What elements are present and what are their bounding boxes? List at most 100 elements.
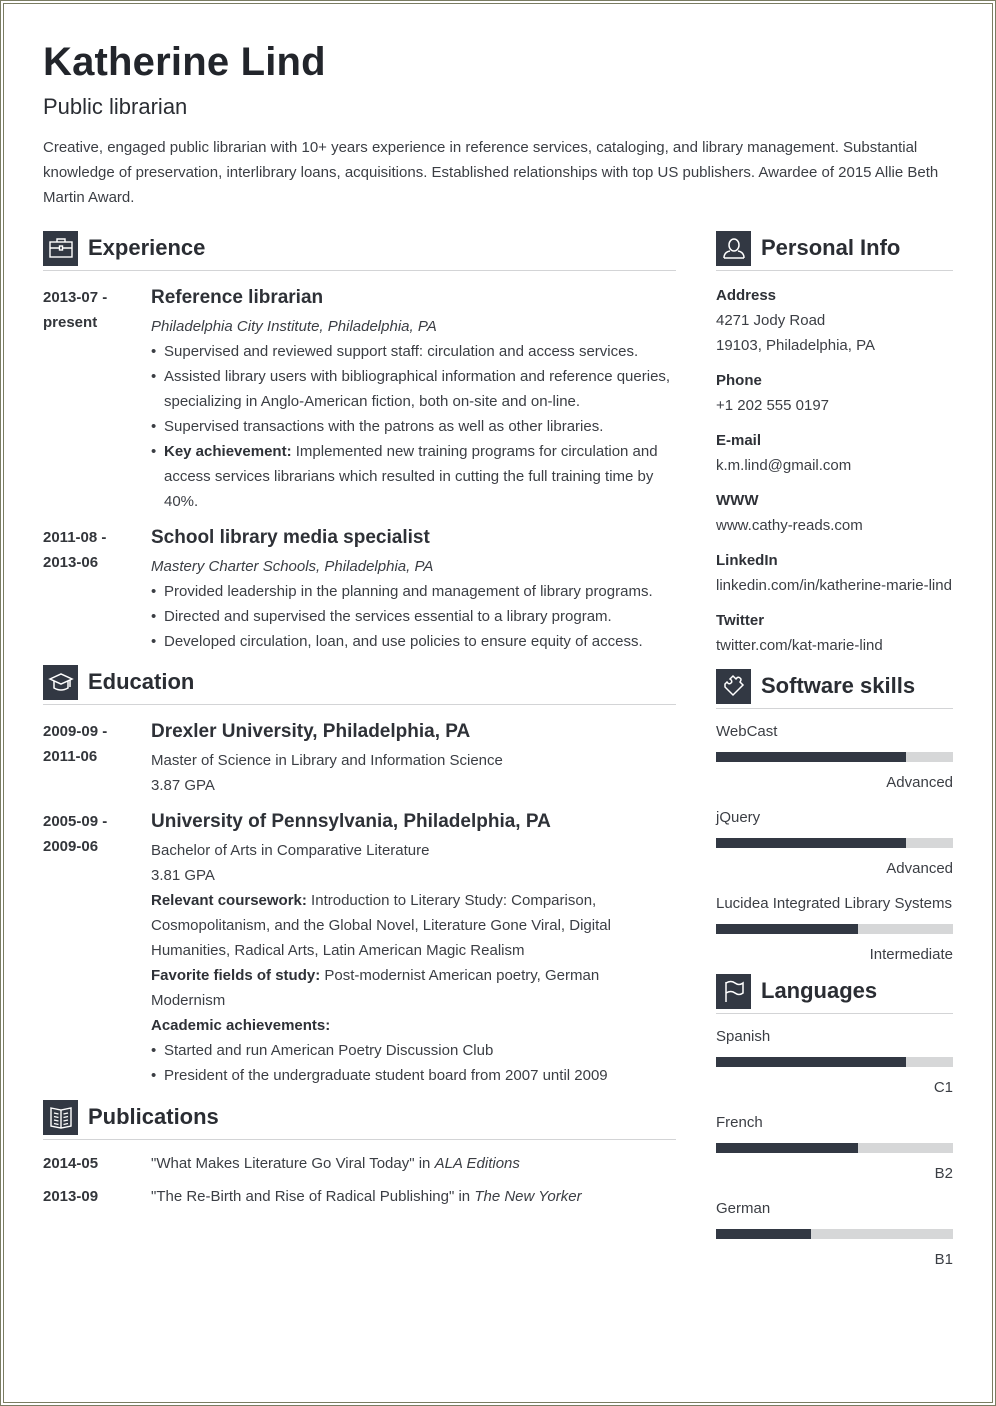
software-skills-header: Software skills xyxy=(716,668,953,709)
bullet-text: Started and run American Poetry Discussi… xyxy=(164,1042,494,1059)
school-name: University of Pennsylvania, Philadelphia… xyxy=(151,811,551,832)
languages-header: Languages xyxy=(716,973,953,1014)
entry-body: Drexler University, Philadelphia, PA Mas… xyxy=(151,719,676,798)
publication-text: "What Makes Literature Go Viral Today" i… xyxy=(151,1152,520,1175)
gpa: 3.81 GPA xyxy=(151,867,215,884)
gpa: 3.87 GPA xyxy=(151,777,215,794)
user-icon xyxy=(716,230,751,266)
right-column: Personal Info Address 4271 Jody Road 191… xyxy=(716,230,953,1272)
entry-date: 2009-09 - 2011-06 xyxy=(43,719,151,798)
experience-entry: 2013-07 - present Reference librarian Ph… xyxy=(43,285,676,514)
date-end: 2009-06 xyxy=(43,838,99,855)
language-bar xyxy=(716,1143,953,1153)
language-bar-fill xyxy=(716,1143,859,1153)
skill-level: Advanced xyxy=(886,774,953,791)
list-item: President of the undergraduate student b… xyxy=(151,1063,676,1088)
linkedin-label: LinkedIn xyxy=(716,552,778,569)
publication-date: 2013-09 xyxy=(43,1188,99,1205)
language-item: German B1 xyxy=(716,1196,953,1272)
bullet-text: Provided leadership in the planning and … xyxy=(164,583,653,600)
education-header: Education xyxy=(43,664,676,705)
duties-list: Supervised and reviewed support staff: c… xyxy=(151,339,676,514)
date-end: 2011-06 xyxy=(43,748,98,765)
skill-item: Lucidea Integrated Library Systems Inter… xyxy=(716,891,953,967)
skill-bar xyxy=(716,838,953,848)
date-start: 2013-07 - xyxy=(43,289,108,306)
linkedin-link[interactable]: linkedin.com/in/katherine-marie-lind xyxy=(716,573,953,598)
entry-date: 2011-08 - 2013-06 xyxy=(43,525,151,654)
publication-venue: The New Yorker xyxy=(474,1188,582,1205)
graduation-cap-icon xyxy=(43,664,78,700)
skill-bar xyxy=(716,752,953,762)
education-entry: 2005-09 - 2009-06 University of Pennsylv… xyxy=(43,809,676,1088)
left-column: Experience 2013-07 - present Reference l… xyxy=(43,230,676,1208)
twitter-link[interactable]: twitter.com/kat-marie-lind xyxy=(716,633,953,658)
language-bar xyxy=(716,1057,953,1067)
list-item: Assisted library users with bibliographi… xyxy=(151,364,676,414)
job-role: School library media specialist xyxy=(151,527,430,548)
publication-date: 2014-05 xyxy=(43,1155,99,1172)
bullet-text: President of the undergraduate student b… xyxy=(164,1067,608,1084)
achievements-label: Academic achievements: xyxy=(151,1017,331,1034)
skill-level: Advanced xyxy=(886,860,953,877)
bullet-text: Supervised and reviewed support staff: c… xyxy=(164,343,639,360)
bullet-label: Key achievement: xyxy=(164,443,292,460)
publication-venue: ALA Editions xyxy=(434,1155,520,1172)
publication-item: 2013-09 "The Re-Birth and Rise of Radica… xyxy=(43,1185,676,1208)
education-title: Education xyxy=(88,669,195,694)
coursework-label: Relevant coursework: xyxy=(151,892,307,909)
address-line1: 4271 Jody Road xyxy=(716,312,826,329)
skill-level: Intermediate xyxy=(869,946,953,963)
bullet-text: Developed circulation, loan, and use pol… xyxy=(164,633,643,650)
list-item: Started and run American Poetry Discussi… xyxy=(151,1038,676,1063)
skill-bar-fill xyxy=(716,752,906,762)
list-item: Key achievement: Implemented new trainin… xyxy=(151,439,676,514)
list-item: Developed circulation, loan, and use pol… xyxy=(151,629,676,654)
achievements-list: Started and run American Poetry Discussi… xyxy=(151,1038,676,1088)
employer: Mastery Charter Schools, Philadelphia, P… xyxy=(151,558,434,575)
date-start: 2009-09 - xyxy=(43,723,108,740)
skill-name: WebCast xyxy=(716,723,778,740)
employer: Philadelphia City Institute, Philadelphi… xyxy=(151,318,437,335)
education-entry: 2009-09 - 2011-06 Drexler University, Ph… xyxy=(43,719,676,798)
bullet-text: Assisted library users with bibliographi… xyxy=(164,368,671,410)
publications-header: Publications xyxy=(43,1099,676,1140)
twitter-label: Twitter xyxy=(716,612,765,629)
email-value[interactable]: k.m.lind@gmail.com xyxy=(716,453,953,478)
flag-icon xyxy=(716,973,751,1009)
entry-body: University of Pennsylvania, Philadelphia… xyxy=(151,809,676,1088)
skill-bar-fill xyxy=(716,838,906,848)
duties-list: Provided leadership in the planning and … xyxy=(151,579,676,654)
software-skills-title: Software skills xyxy=(761,673,916,698)
summary: Creative, engaged public librarian with … xyxy=(43,139,939,206)
language-name: Spanish xyxy=(716,1028,771,1045)
list-item: Provided leadership in the planning and … xyxy=(151,579,676,604)
date-end: 2013-06 xyxy=(43,554,99,571)
date-start: 2005-09 - xyxy=(43,813,108,830)
job-role: Reference librarian xyxy=(151,287,324,308)
personal-info-header: Personal Info xyxy=(716,230,953,271)
degree: Bachelor of Arts in Comparative Literatu… xyxy=(151,842,430,859)
entry-date: 2005-09 - 2009-06 xyxy=(43,809,151,1088)
skill-name: Lucidea Integrated Library Systems xyxy=(716,895,952,912)
degree: Master of Science in Library and Informa… xyxy=(151,752,503,769)
school-name: Drexler University, Philadelphia, PA xyxy=(151,721,471,742)
list-item: Supervised and reviewed support staff: c… xyxy=(151,339,676,364)
publication-item: 2014-05 "What Makes Literature Go Viral … xyxy=(43,1152,676,1175)
skill-bar xyxy=(716,924,953,934)
www-link[interactable]: www.cathy-reads.com xyxy=(716,513,953,538)
language-bar xyxy=(716,1229,953,1239)
publication-text: "The Re-Birth and Rise of Radical Publis… xyxy=(151,1185,582,1208)
language-bar-fill xyxy=(716,1229,811,1239)
book-icon xyxy=(43,1099,78,1135)
language-level: B1 xyxy=(934,1251,953,1268)
list-item: Directed and supervised the services ess… xyxy=(151,604,676,629)
candidate-name: Katherine Lind xyxy=(43,40,326,84)
date-start: 2011-08 - xyxy=(43,529,107,546)
language-level: C1 xyxy=(933,1079,953,1096)
language-level: B2 xyxy=(934,1165,953,1182)
entry-body: School library media specialist Mastery … xyxy=(151,525,676,654)
address-label: Address xyxy=(716,287,777,304)
briefcase-icon xyxy=(43,230,78,266)
skill-item: jQuery Advanced xyxy=(716,805,953,881)
